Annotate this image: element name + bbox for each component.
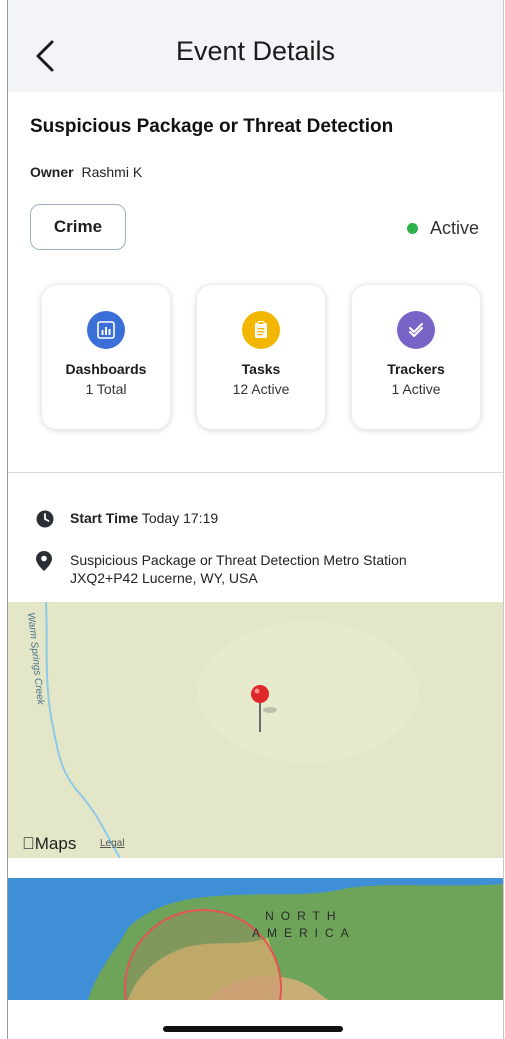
clock-icon xyxy=(36,510,58,531)
region-label: NORTH AMERICA xyxy=(252,909,356,940)
tasks-value: 12 Active xyxy=(232,381,290,397)
check-shield-icon xyxy=(397,311,435,349)
map-pin-icon[interactable] xyxy=(250,684,280,739)
apple-maps-logo: Maps xyxy=(22,834,76,853)
start-time-value: Today 17:19 xyxy=(141,510,219,526)
chart-icon xyxy=(87,311,125,349)
event-title: Suspicious Package or Threat Detection xyxy=(30,116,394,137)
phone-screen: Event Details Suspicious Package or Thre… xyxy=(7,0,504,1039)
status-text: Active xyxy=(429,218,479,238)
location-pin-icon xyxy=(36,551,58,587)
apple-icon:  xyxy=(22,834,35,853)
dashboards-value: 1 Total xyxy=(85,381,127,397)
category-chip[interactable]: Crime xyxy=(30,204,126,250)
dashboards-label: Dashboards xyxy=(65,361,147,377)
nav-bar: Event Details xyxy=(8,0,503,92)
owner-line: Owner Rashmi K xyxy=(30,164,142,180)
location-line-1: Suspicious Package or Threat Detection M… xyxy=(70,552,407,568)
home-indicator[interactable] xyxy=(163,1026,343,1032)
start-time-label: Start Time xyxy=(70,510,139,526)
status-badge: Active xyxy=(406,218,479,239)
trackers-value: 1 Active xyxy=(391,381,441,397)
event-location-map[interactable]: Warm Springs Creek Maps Legal xyxy=(8,602,503,858)
status-dot xyxy=(406,223,418,234)
location-line-2: JXQ2+P42 Lucerne, WY, USA xyxy=(70,570,258,586)
tasks-label: Tasks xyxy=(241,361,281,377)
summary-cards: Dashboards 1 Total Tasks 12 Active Track… xyxy=(41,284,481,432)
start-time-row: Start Time Today 17:19 xyxy=(36,510,218,531)
trackers-label: Trackers xyxy=(387,361,445,377)
section-divider xyxy=(8,472,503,473)
page-title: Event Details xyxy=(175,36,336,66)
trackers-card[interactable]: Trackers 1 Active xyxy=(351,284,481,430)
dashboards-card[interactable]: Dashboards 1 Total xyxy=(41,284,171,430)
region-map[interactable]: NORTH AMERICA xyxy=(8,878,503,1000)
owner-label: Owner xyxy=(30,164,74,180)
tasks-card[interactable]: Tasks 12 Active xyxy=(196,284,326,430)
location-row: Suspicious Package or Threat Detection M… xyxy=(36,551,407,587)
owner-name: Rashmi K xyxy=(81,164,143,180)
clipboard-icon xyxy=(242,311,280,349)
legal-link[interactable]: Legal xyxy=(100,838,124,849)
